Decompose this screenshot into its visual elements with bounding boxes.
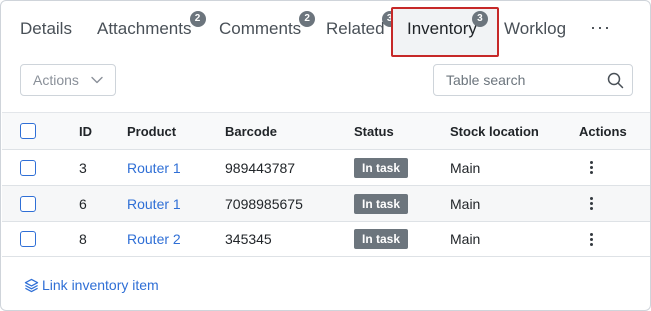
column-header-actions: Actions — [579, 123, 627, 139]
tab-count-badge: 2 — [299, 11, 316, 27]
tab-count-badge: 2 — [189, 11, 206, 27]
id-cell: 3 — [79, 159, 87, 176]
tab-count-badge: 3 — [471, 11, 488, 27]
status-badge: In task — [354, 193, 409, 214]
tab-comments[interactable]: Comments 2 — [219, 11, 316, 39]
search-icon[interactable] — [607, 72, 624, 89]
column-header-id[interactable]: ID — [79, 113, 92, 149]
table-row: 3 Router 1 989443787 In task Main — [2, 149, 650, 185]
inventory-panel: Details Attachments 2 Comments 2 Related… — [0, 0, 651, 311]
chevron-down-icon — [91, 76, 103, 84]
row-checkbox[interactable] — [20, 231, 36, 247]
tab-label: Related — [326, 19, 385, 38]
barcode-cell: 7098985675 — [225, 195, 303, 212]
table-search — [433, 64, 633, 96]
tab-label: Comments — [219, 19, 302, 38]
search-input[interactable] — [434, 65, 632, 95]
barcode-cell: 989443787 — [225, 159, 296, 176]
table-row: 8 Router 2 345345 In task Main — [2, 221, 650, 257]
tab-label: Inventory — [407, 19, 477, 38]
select-all-checkbox[interactable] — [20, 123, 36, 139]
tab-details[interactable]: Details — [20, 19, 72, 39]
tab-related[interactable]: Related 3 — [326, 11, 398, 39]
kebab-menu-icon[interactable] — [585, 161, 597, 174]
layers-icon — [24, 278, 39, 292]
product-link[interactable]: Router 1 — [127, 150, 181, 185]
column-header-status[interactable]: Status — [354, 113, 394, 149]
inventory-table: ID Product Barcode Status Stock location… — [2, 112, 650, 257]
table-header-row: ID Product Barcode Status Stock location… — [2, 112, 650, 149]
kebab-menu-icon[interactable] — [585, 232, 597, 246]
table-row: 6 Router 1 7098985675 In task Main — [2, 185, 650, 221]
product-link[interactable]: Router 2 — [127, 222, 181, 256]
column-header-stock-location[interactable]: Stock location — [450, 113, 539, 149]
stock-location-cell: Main — [450, 231, 481, 247]
barcode-cell: 345345 — [225, 231, 272, 247]
link-inventory-item-button[interactable]: Link inventory item — [24, 277, 159, 293]
stock-location-cell: Main — [450, 159, 481, 176]
row-checkbox[interactable] — [20, 159, 36, 176]
actions-label: Actions — [33, 72, 79, 88]
tab-label: Worklog — [504, 19, 567, 38]
more-horizontal-icon[interactable]: ··· — [590, 17, 611, 38]
tab-inventory[interactable]: Inventory 3 — [407, 11, 488, 39]
status-badge: In task — [354, 157, 409, 178]
tab-worklog[interactable]: Worklog — [504, 19, 566, 39]
actions-dropdown[interactable]: Actions — [20, 64, 116, 96]
id-cell: 6 — [79, 195, 87, 212]
status-badge: In task — [354, 229, 409, 249]
product-link[interactable]: Router 1 — [127, 186, 181, 221]
tab-bar: Details Attachments 2 Comments 2 Related… — [1, 1, 650, 59]
tab-attachments[interactable]: Attachments 2 — [97, 11, 206, 39]
column-header-product[interactable]: Product — [127, 113, 176, 149]
tab-label: Attachments — [97, 19, 192, 38]
kebab-menu-icon[interactable] — [585, 197, 597, 210]
id-cell: 8 — [79, 231, 87, 247]
tab-label: Details — [20, 19, 72, 38]
stock-location-cell: Main — [450, 195, 481, 212]
column-header-barcode[interactable]: Barcode — [225, 113, 277, 149]
row-checkbox[interactable] — [20, 195, 36, 212]
link-inventory-label: Link inventory item — [42, 277, 159, 293]
